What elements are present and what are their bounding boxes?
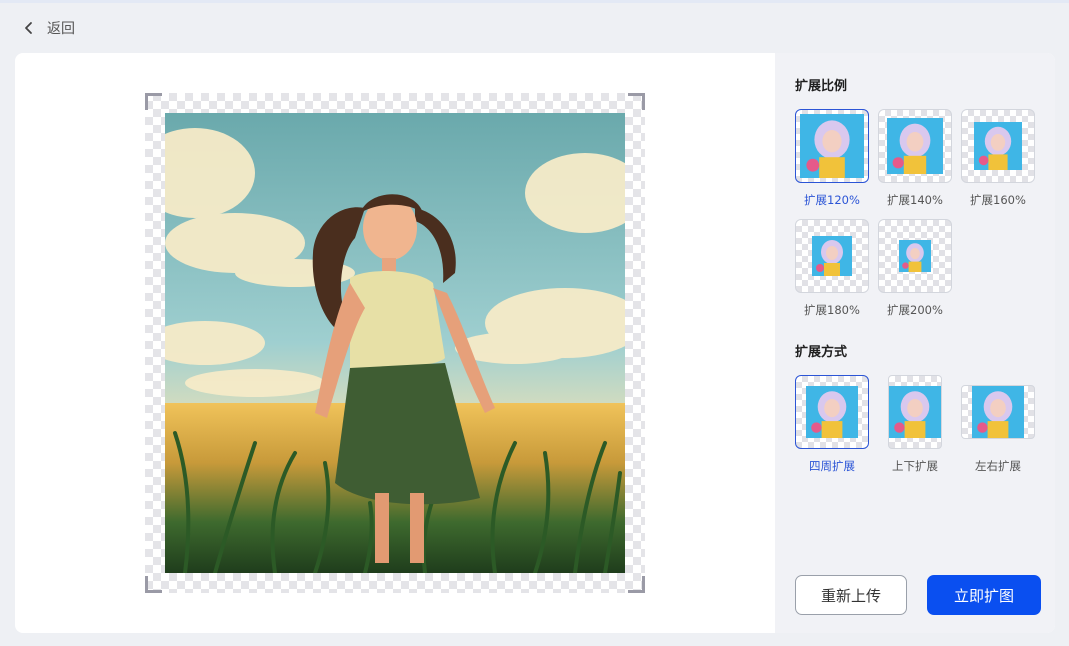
mode-option-all-sides[interactable]: 四周扩展 — [795, 375, 869, 474]
mode-option-vertical[interactable]: 上下扩展 — [878, 375, 952, 474]
back-button[interactable]: 返回 — [22, 18, 75, 38]
ratio-option-140[interactable]: 扩展140% — [878, 109, 952, 208]
ratio-option-label: 扩展160% — [970, 193, 1026, 207]
crop-corner-bottom-left[interactable] — [145, 576, 162, 593]
reupload-button[interactable]: 重新上传 — [795, 575, 907, 615]
settings-panel: 扩展比例 扩展120% 扩展140% 扩展160% 扩展180% 扩展200% … — [775, 53, 1055, 633]
ratio-thumbnail — [878, 219, 952, 293]
ratio-section-title: 扩展比例 — [795, 79, 848, 94]
crop-corner-top-right[interactable] — [628, 93, 645, 110]
ratio-option-120[interactable]: 扩展120% — [795, 109, 869, 208]
mode-option-label: 四周扩展 — [809, 459, 855, 473]
anime-girl-thumb — [887, 118, 943, 174]
ratio-thumbnail — [795, 109, 869, 183]
back-label: 返回 — [47, 21, 75, 37]
ratio-option-label: 扩展140% — [887, 193, 943, 207]
expand-canvas[interactable] — [145, 93, 645, 593]
crop-corner-bottom-right[interactable] — [628, 576, 645, 593]
ratio-option-label: 扩展200% — [887, 303, 943, 317]
ratio-option-160[interactable]: 扩展160% — [961, 109, 1035, 208]
mode-thumbnail — [795, 375, 869, 449]
ratio-thumbnail — [961, 109, 1035, 183]
top-accent-line — [0, 0, 1069, 3]
source-image — [165, 113, 625, 573]
mode-option-label: 左右扩展 — [975, 459, 1021, 473]
anime-girl-thumb — [972, 386, 1024, 438]
ratio-option-label: 扩展180% — [804, 303, 860, 317]
ratio-option-200[interactable]: 扩展200% — [878, 219, 952, 318]
ratio-thumbnail — [878, 109, 952, 183]
mode-thumbnail — [961, 385, 1035, 439]
anime-girl-thumb — [974, 122, 1022, 170]
editor-card: 扩展比例 扩展120% 扩展140% 扩展160% 扩展180% 扩展200% … — [15, 53, 1055, 633]
anime-girl-thumb — [800, 114, 864, 178]
anime-girl-thumb — [889, 386, 941, 438]
expand-now-button[interactable]: 立即扩图 — [927, 575, 1041, 615]
mode-section-title: 扩展方式 — [795, 345, 848, 360]
mode-option-label: 上下扩展 — [892, 459, 938, 473]
anime-girl-thumb — [812, 236, 852, 276]
anime-girl-thumb — [806, 386, 858, 438]
anime-girl-thumb — [899, 240, 931, 272]
crop-corner-top-left[interactable] — [145, 93, 162, 110]
chevron-left-icon — [25, 22, 32, 34]
mode-option-horizontal[interactable]: 左右扩展 — [961, 375, 1035, 474]
ratio-thumbnail — [795, 219, 869, 293]
ratio-option-label: 扩展120% — [804, 193, 860, 207]
mode-thumbnail — [888, 375, 942, 449]
ratio-option-180[interactable]: 扩展180% — [795, 219, 869, 318]
